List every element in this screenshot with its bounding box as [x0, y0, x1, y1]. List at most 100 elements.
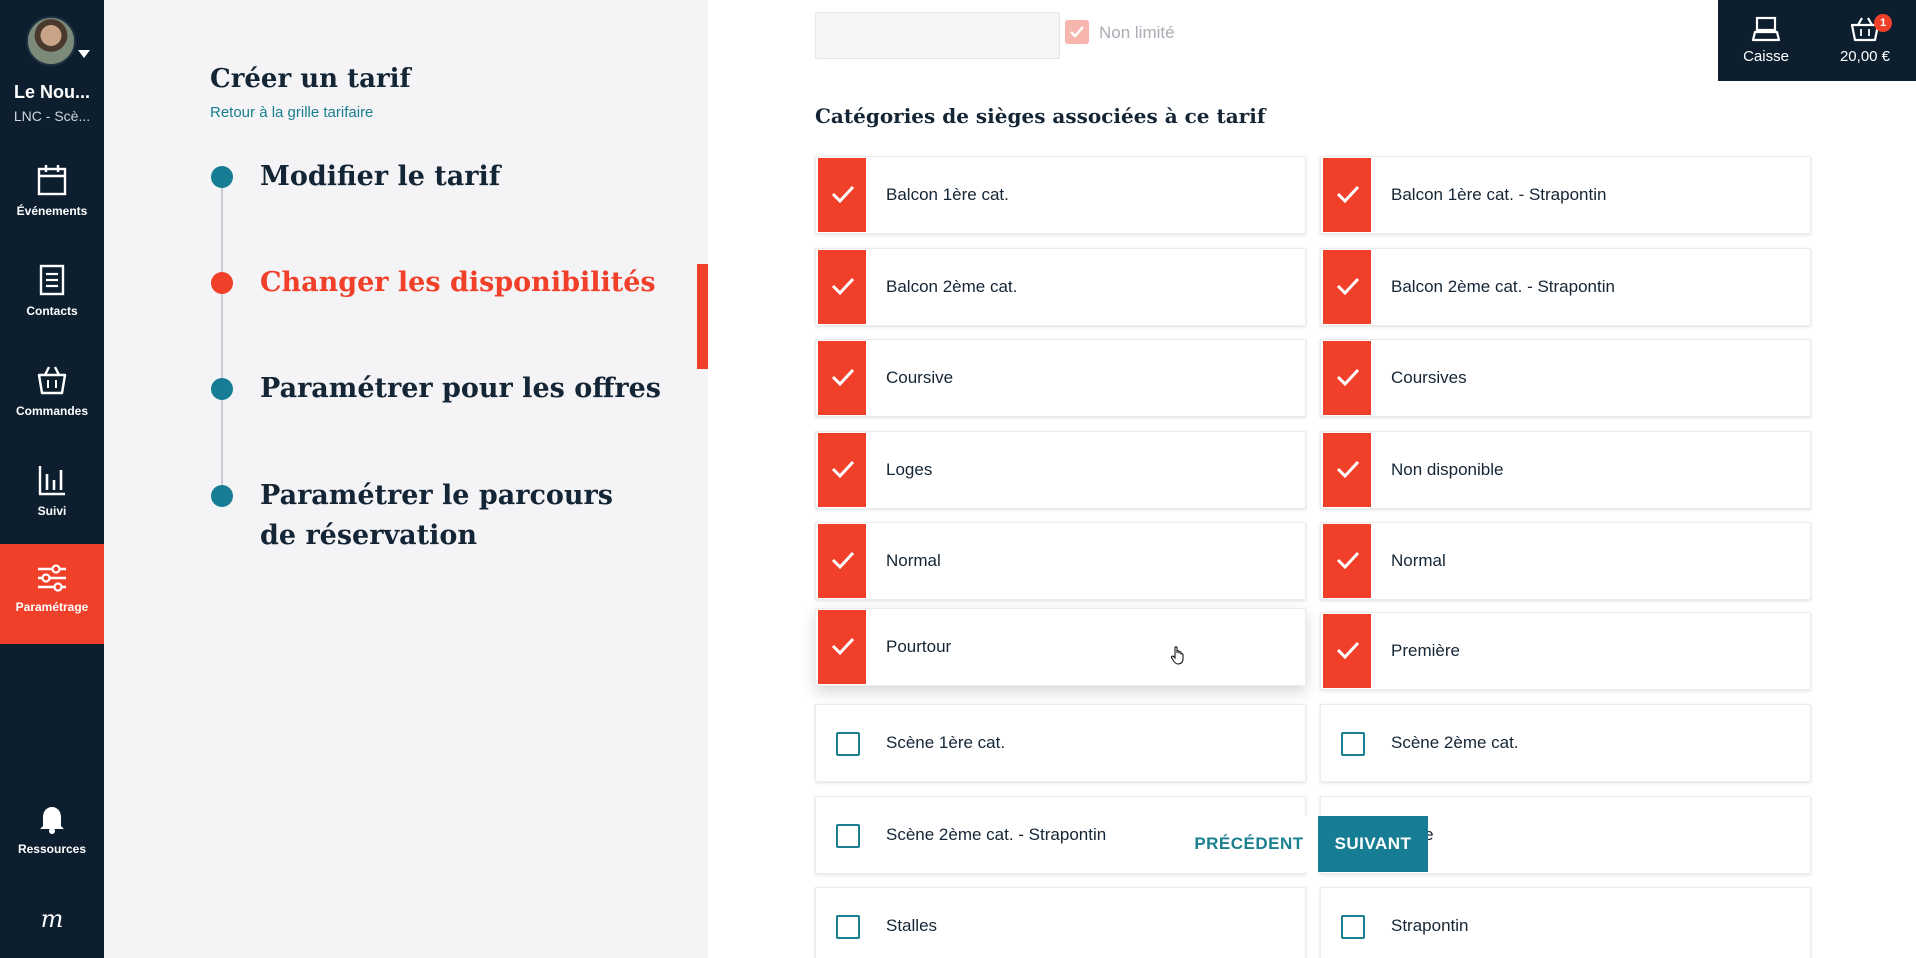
- seat-category-card[interactable]: Balcon 2ème cat. - Strapontin: [1320, 248, 1811, 326]
- quantity-input[interactable]: [815, 12, 1060, 59]
- category-checkbox[interactable]: [1341, 732, 1365, 756]
- category-label: Balcon 1ère cat.: [886, 185, 1009, 204]
- sidebar-item-evenements[interactable]: Événements: [0, 164, 104, 264]
- category-checkbox-checked[interactable]: [818, 341, 866, 415]
- caret-down-icon[interactable]: [78, 50, 90, 58]
- seat-category-card[interactable]: Normal: [815, 522, 1306, 600]
- step-dot: [211, 378, 233, 400]
- category-checkbox-checked[interactable]: [818, 610, 866, 684]
- category-checkbox[interactable]: [836, 824, 860, 848]
- sidebar-item-label: Ressources: [17, 842, 87, 856]
- seat-category-card[interactable]: Loges: [815, 431, 1306, 509]
- back-link[interactable]: Retour à la grille tarifaire: [210, 104, 373, 121]
- avatar[interactable]: [26, 16, 76, 66]
- category-label: Scène 1ère cat.: [886, 733, 1006, 752]
- app-logo: m: [40, 905, 64, 933]
- sidebar-item-label: Paramétrage: [15, 600, 89, 614]
- cash-register-icon: [1751, 16, 1781, 42]
- category-checkbox-checked[interactable]: [1323, 524, 1371, 598]
- document-icon: [39, 264, 65, 296]
- sidebar-item-parametrage[interactable]: Paramétrage: [0, 544, 104, 644]
- category-checkbox-checked[interactable]: [818, 524, 866, 598]
- category-checkbox-checked[interactable]: [1323, 614, 1371, 688]
- calendar-icon: [37, 165, 67, 196]
- step-dot: [211, 166, 233, 188]
- sidebar-item-contacts[interactable]: Contacts: [0, 264, 104, 364]
- category-label: Balcon 2ème cat. - Strapontin: [1391, 277, 1615, 296]
- cart-count-badge: 1: [1874, 14, 1892, 32]
- seat-category-card[interactable]: Scène 1ère cat.: [815, 704, 1306, 782]
- hand-cursor-icon: [1170, 646, 1184, 665]
- seat-category-card[interactable]: Normal: [1320, 522, 1811, 600]
- caisse-button[interactable]: Caisse: [1718, 0, 1814, 81]
- step-changer-disponibilites[interactable]: Changer les disponibilités: [260, 263, 656, 303]
- app-root: Le Nou... LNC - Scè... Événements Contac…: [0, 0, 1916, 958]
- category-label: Coursive: [886, 368, 954, 387]
- non-limite-label: Non limité: [1099, 23, 1175, 42]
- category-label: Scène 2ème cat. - Strapontin: [886, 825, 1107, 844]
- category-label: Non disponible: [1391, 460, 1504, 479]
- steps-connector: [221, 177, 223, 497]
- cart-button[interactable]: 20,00 € 1: [1814, 0, 1916, 81]
- previous-button[interactable]: PRÉCÉDENT: [1180, 816, 1318, 872]
- sidebar-item-label: Commandes: [15, 404, 89, 418]
- category-checkbox[interactable]: [1341, 915, 1365, 939]
- sidebar-item-label: Suivi: [37, 504, 67, 518]
- wizard-steps-panel: Créer un tarif Retour à la grille tarifa…: [104, 0, 709, 958]
- org-subtitle: LNC - Scè...: [13, 108, 91, 124]
- caisse-label: Caisse: [1743, 48, 1789, 65]
- category-checkbox-checked[interactable]: [1323, 433, 1371, 507]
- sidebar-item-label: Événements: [16, 204, 88, 218]
- check-icon: [831, 277, 855, 296]
- topbar-cart: Caisse 20,00 € 1: [1718, 0, 1916, 81]
- sidebar-item-commandes[interactable]: Commandes: [0, 364, 104, 464]
- seat-category-card[interactable]: Non disponible: [1320, 431, 1811, 509]
- sidebar-item-ressources[interactable]: Ressources: [0, 804, 104, 904]
- category-label: Balcon 1ère cat. - Strapontin: [1391, 185, 1607, 204]
- basket-icon: [37, 366, 67, 395]
- category-label: Stalles: [886, 916, 938, 935]
- seat-category-card[interactable]: Coursives: [1320, 339, 1811, 417]
- category-label: Balcon 2ème cat.: [886, 277, 1018, 296]
- seat-category-card[interactable]: Balcon 2ème cat.: [815, 248, 1306, 326]
- category-label: Normal: [886, 551, 941, 570]
- seat-category-card[interactable]: Scène 2ème cat.: [1320, 704, 1811, 782]
- seat-category-card[interactable]: Balcon 1ère cat.: [815, 156, 1306, 234]
- page-title: Créer un tarif: [210, 64, 411, 94]
- step-parametrer-parcours[interactable]: Paramétrer le parcours de réservation: [260, 476, 640, 556]
- seat-category-card[interactable]: Pourtour: [815, 608, 1306, 686]
- check-icon: [831, 460, 855, 479]
- category-label: Première: [1391, 641, 1460, 660]
- check-icon: [831, 368, 855, 387]
- category-checkbox[interactable]: [836, 732, 860, 756]
- step-dot-active: [211, 272, 233, 294]
- seat-category-card[interactable]: Strapontin: [1320, 887, 1811, 958]
- non-limite-checkbox[interactable]: [1065, 20, 1089, 44]
- step-dot: [211, 485, 233, 507]
- category-checkbox[interactable]: [836, 915, 860, 939]
- check-icon: [831, 551, 855, 570]
- next-button[interactable]: SUIVANT: [1318, 816, 1428, 872]
- step-parametrer-offres[interactable]: Paramétrer pour les offres: [260, 369, 661, 409]
- check-icon: [1336, 277, 1360, 296]
- category-label: Loges: [886, 460, 933, 479]
- check-icon: [1070, 26, 1084, 38]
- category-checkbox-checked[interactable]: [1323, 250, 1371, 324]
- seat-category-card[interactable]: Coursive: [815, 339, 1306, 417]
- check-icon: [1336, 460, 1360, 479]
- category-checkbox-checked[interactable]: [818, 250, 866, 324]
- category-label: Coursives: [1391, 368, 1467, 387]
- category-checkbox-checked[interactable]: [818, 158, 866, 232]
- org-name: Le Nou...: [14, 82, 90, 102]
- seat-category-card[interactable]: Balcon 1ère cat. - Strapontin: [1320, 156, 1811, 234]
- category-checkbox-checked[interactable]: [1323, 158, 1371, 232]
- seat-category-card[interactable]: Première: [1320, 612, 1811, 690]
- category-checkbox-checked[interactable]: [1323, 341, 1371, 415]
- check-icon: [1336, 551, 1360, 570]
- seat-category-card[interactable]: Stalles: [815, 887, 1306, 958]
- cart-total: 20,00 €: [1839, 48, 1891, 65]
- category-checkbox-checked[interactable]: [818, 433, 866, 507]
- step-modifier-tarif[interactable]: Modifier le tarif: [260, 157, 500, 197]
- check-icon: [1336, 368, 1360, 387]
- user-menu[interactable]: [26, 16, 90, 66]
